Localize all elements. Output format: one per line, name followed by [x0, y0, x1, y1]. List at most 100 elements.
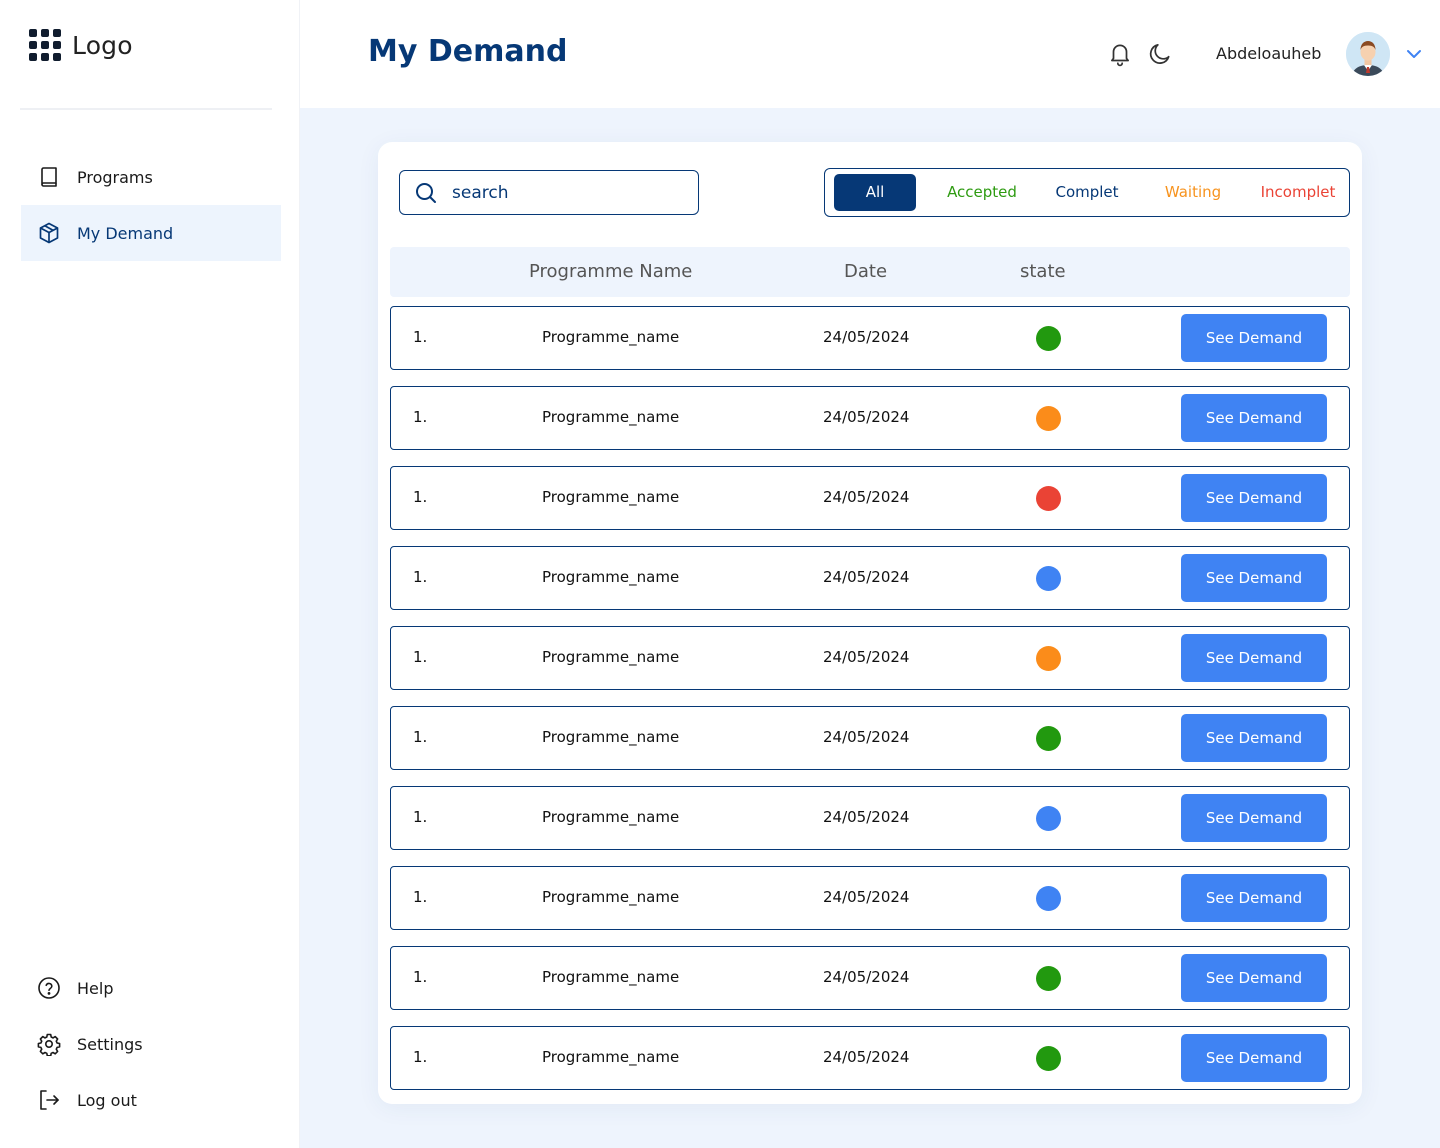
see-demand-button[interactable]: See Demand	[1181, 1034, 1327, 1082]
sidebar-item-label: Settings	[77, 1034, 143, 1054]
table-row: 1. Programme_name 24/05/2024 See Demand	[390, 466, 1350, 530]
see-demand-button[interactable]: See Demand	[1181, 474, 1327, 522]
demand-date: 24/05/2024	[823, 808, 910, 826]
sidebar-item-my-demand[interactable]: My Demand	[21, 205, 281, 261]
sidebar-item-settings[interactable]: Settings	[21, 1016, 281, 1072]
table-row: 1. Programme_name 24/05/2024 See Demand	[390, 786, 1350, 850]
state-indicator	[1036, 326, 1061, 351]
programme-name: Programme_name	[542, 328, 680, 346]
tab-complet[interactable]: Complet	[1039, 174, 1135, 211]
table-row: 1. Programme_name 24/05/2024 See Demand	[390, 546, 1350, 610]
sidebar-item-label: My Demand	[77, 223, 174, 243]
programme-name: Programme_name	[542, 888, 680, 906]
demand-date: 24/05/2024	[823, 968, 910, 986]
see-demand-button[interactable]: See Demand	[1181, 394, 1327, 442]
logo-icon	[29, 29, 61, 61]
row-index: 1.	[413, 568, 428, 586]
demand-date: 24/05/2024	[823, 408, 910, 426]
moon-icon[interactable]	[1147, 41, 1173, 67]
see-demand-button[interactable]: See Demand	[1181, 874, 1327, 922]
username[interactable]: Abdeloauheb	[1216, 44, 1321, 63]
avatar[interactable]	[1346, 32, 1390, 76]
demand-date: 24/05/2024	[823, 648, 910, 666]
sidebar-item-logout[interactable]: Log out	[21, 1072, 281, 1128]
tab-accepted[interactable]: Accepted	[929, 174, 1035, 211]
sidebar: Logo Programs My Demand Help Settings Lo…	[0, 0, 300, 1148]
sidebar-item-label: Programs	[77, 167, 153, 187]
see-demand-button[interactable]: See Demand	[1181, 314, 1327, 362]
tab-incomplet[interactable]: Incomplet	[1249, 174, 1347, 211]
programme-name: Programme_name	[542, 1048, 680, 1066]
programme-name: Programme_name	[542, 728, 680, 746]
table-row: 1. Programme_name 24/05/2024 See Demand	[390, 706, 1350, 770]
programme-name: Programme_name	[542, 488, 680, 506]
row-index: 1.	[413, 888, 428, 906]
programme-name: Programme_name	[542, 968, 680, 986]
see-demand-button[interactable]: See Demand	[1181, 954, 1327, 1002]
state-indicator	[1036, 486, 1061, 511]
search-icon	[416, 182, 436, 203]
column-header-state: state	[1020, 261, 1066, 282]
table-header: Programme Name Date state	[390, 247, 1350, 297]
row-index: 1.	[413, 328, 428, 346]
gear-icon	[37, 1033, 61, 1056]
demand-date: 24/05/2024	[823, 888, 910, 906]
state-indicator	[1036, 566, 1061, 591]
row-index: 1.	[413, 968, 428, 986]
logo-text: Logo	[72, 30, 133, 60]
help-circle-icon	[38, 977, 60, 999]
page-title: My Demand	[368, 34, 568, 69]
search-input[interactable]	[452, 182, 672, 203]
row-index: 1.	[413, 488, 428, 506]
row-index: 1.	[413, 648, 428, 666]
state-indicator	[1036, 726, 1061, 751]
table-row: 1. Programme_name 24/05/2024 See Demand	[390, 946, 1350, 1010]
state-indicator	[1036, 1046, 1061, 1071]
avatar-icon	[1346, 32, 1390, 76]
state-indicator	[1036, 646, 1061, 671]
sidebar-item-label: Log out	[77, 1090, 137, 1110]
programme-name: Programme_name	[542, 568, 680, 586]
table-row: 1. Programme_name 24/05/2024 See Demand	[390, 626, 1350, 690]
see-demand-button[interactable]: See Demand	[1181, 634, 1327, 682]
logout-icon	[40, 1090, 59, 1110]
table-row: 1. Programme_name 24/05/2024 See Demand	[390, 306, 1350, 370]
programme-name: Programme_name	[542, 648, 680, 666]
demand-date: 24/05/2024	[823, 1048, 910, 1066]
table-row: 1. Programme_name 24/05/2024 See Demand	[390, 866, 1350, 930]
row-index: 1.	[413, 1048, 428, 1066]
sidebar-item-programs[interactable]: Programs	[21, 149, 281, 205]
book-icon	[41, 167, 57, 187]
see-demand-button[interactable]: See Demand	[1181, 554, 1327, 602]
demand-date: 24/05/2024	[823, 568, 910, 586]
box-icon	[39, 222, 59, 244]
demand-date: 24/05/2024	[823, 728, 910, 746]
demand-date: 24/05/2024	[823, 328, 910, 346]
programme-name: Programme_name	[542, 408, 680, 426]
row-index: 1.	[413, 808, 428, 826]
programme-name: Programme_name	[542, 808, 680, 826]
table-row: 1. Programme_name 24/05/2024 See Demand	[390, 1026, 1350, 1090]
see-demand-button[interactable]: See Demand	[1181, 714, 1327, 762]
state-indicator	[1036, 966, 1061, 991]
state-indicator	[1036, 406, 1061, 431]
bell-icon[interactable]	[1107, 41, 1133, 67]
column-header-date: Date	[844, 261, 888, 282]
row-index: 1.	[413, 728, 428, 746]
tab-waiting[interactable]: Waiting	[1151, 174, 1235, 211]
sidebar-item-help[interactable]: Help	[21, 960, 281, 1016]
tab-all[interactable]: All	[834, 174, 916, 211]
chevron-down-icon[interactable]	[1404, 44, 1424, 64]
see-demand-button[interactable]: See Demand	[1181, 794, 1327, 842]
state-indicator	[1036, 806, 1061, 831]
sidebar-divider	[20, 108, 272, 110]
row-index: 1.	[413, 408, 428, 426]
state-indicator	[1036, 886, 1061, 911]
search-box[interactable]	[399, 170, 699, 215]
logo[interactable]: Logo	[28, 28, 133, 62]
column-header-name: Programme Name	[529, 261, 693, 282]
sidebar-item-label: Help	[77, 978, 114, 998]
table-row: 1. Programme_name 24/05/2024 See Demand	[390, 386, 1350, 450]
demand-date: 24/05/2024	[823, 488, 910, 506]
filter-tabs: All Accepted Complet Waiting Incomplet	[824, 168, 1350, 217]
